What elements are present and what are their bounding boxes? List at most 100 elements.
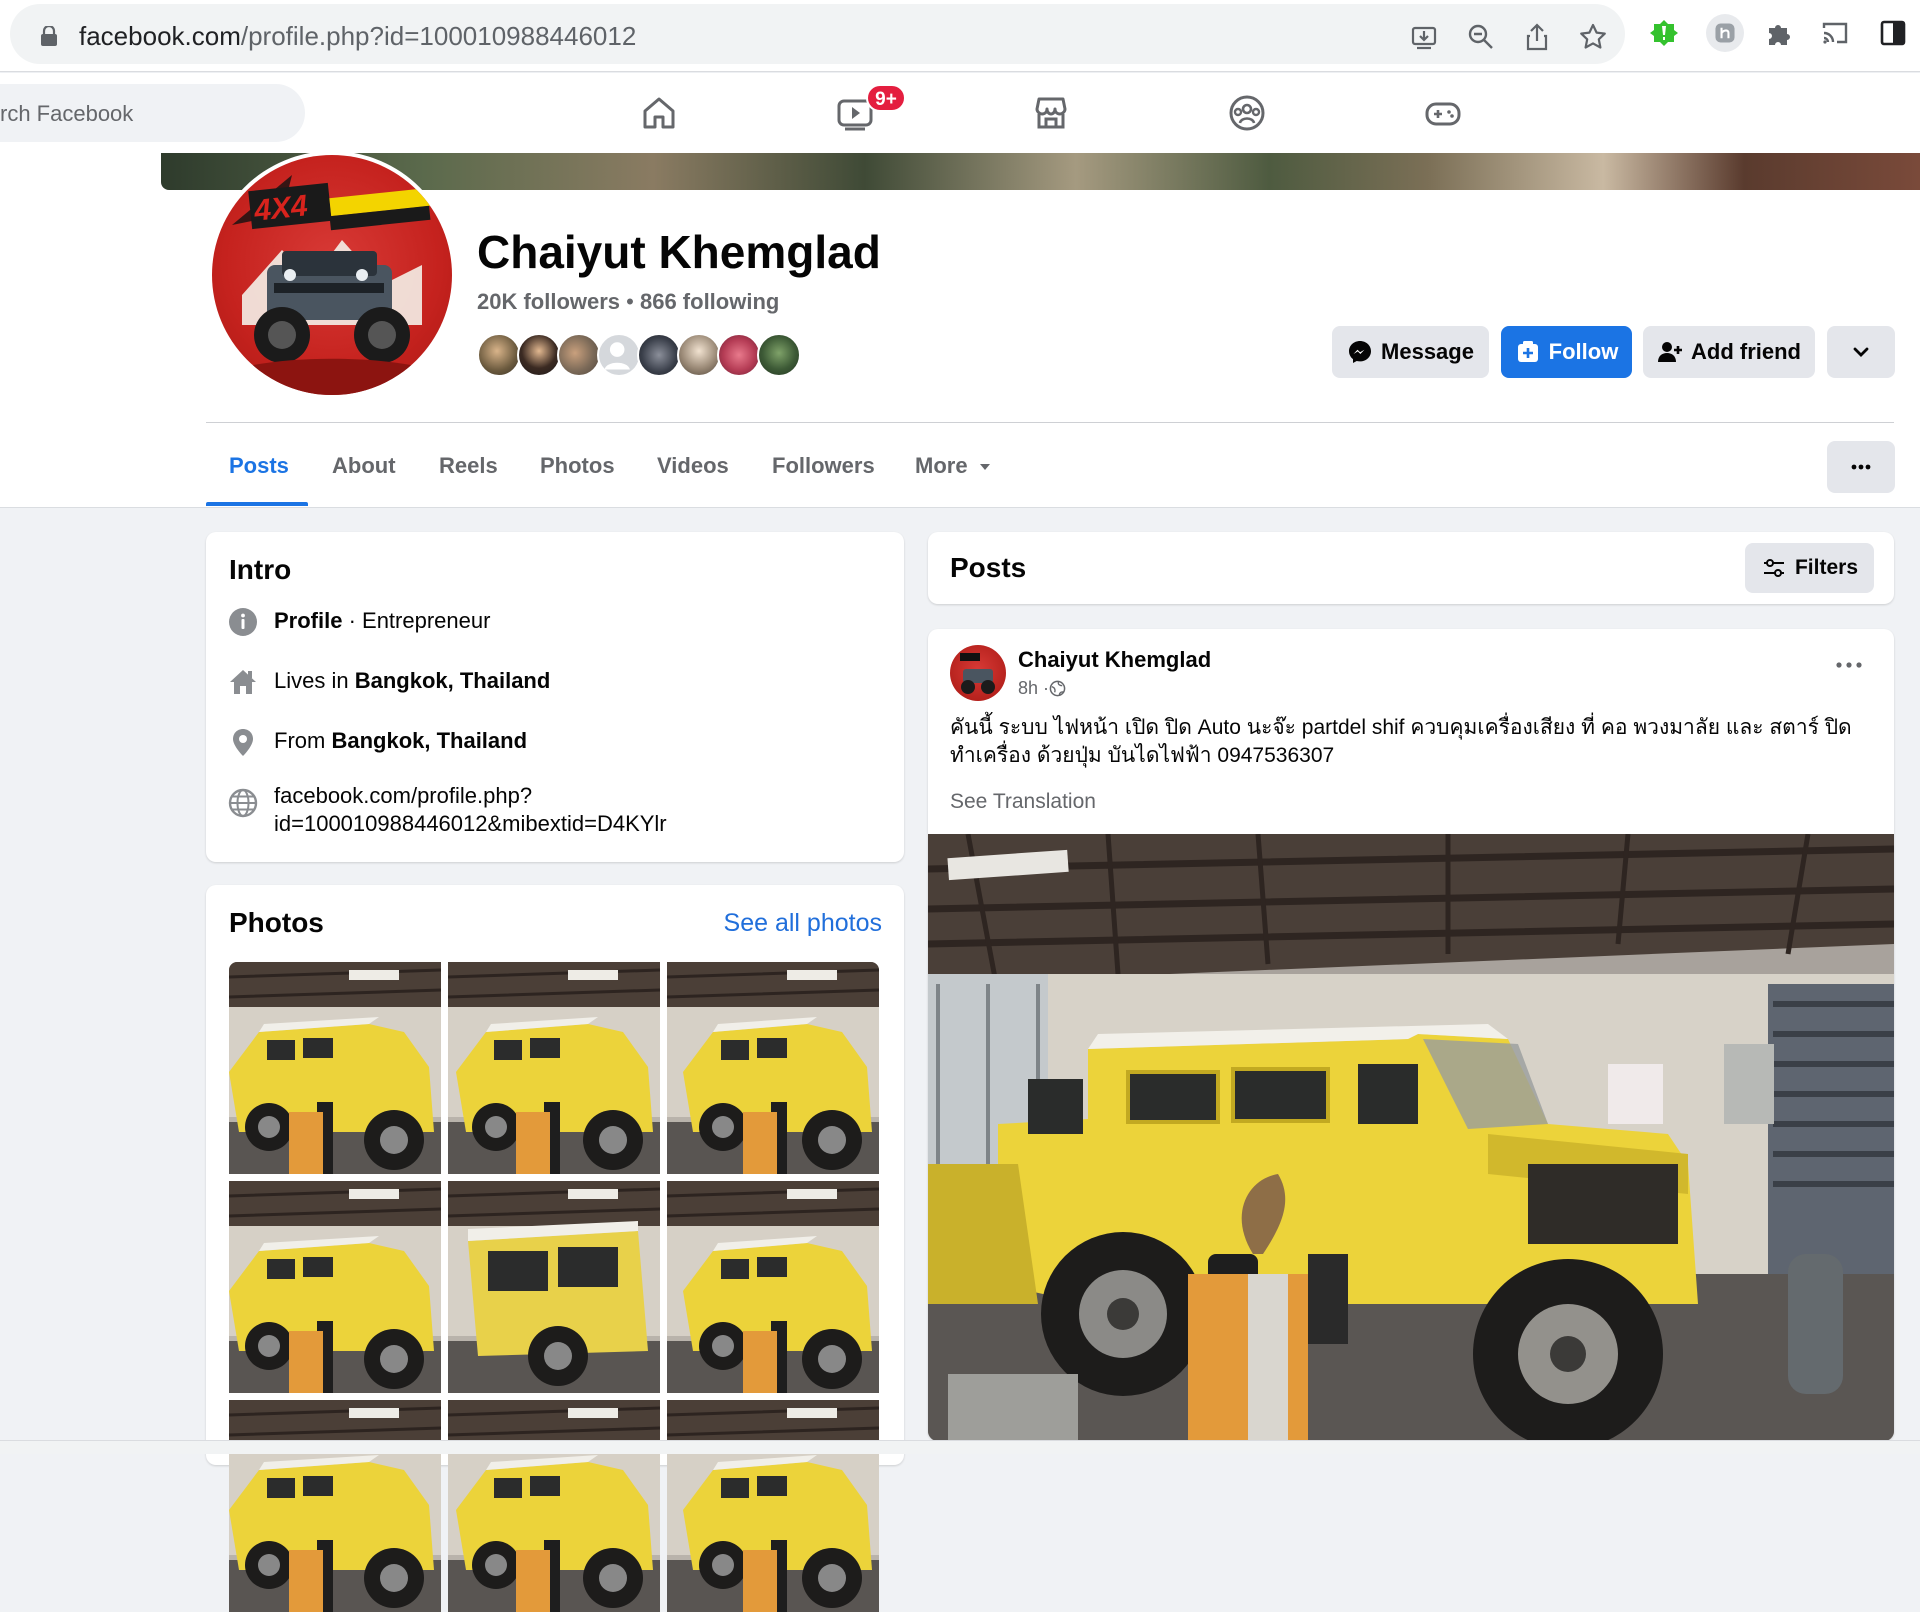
notification-badge: 9+ <box>866 84 906 112</box>
more-horizontal-icon <box>1851 464 1871 470</box>
messenger-icon <box>1349 341 1372 363</box>
post-author-avatar[interactable] <box>950 645 1006 701</box>
following-count[interactable]: 866 following <box>640 289 779 314</box>
photo-thumbnail[interactable] <box>448 1181 660 1393</box>
profile-category: · Entrepreneur <box>342 608 491 633</box>
followers-count[interactable]: 20K followers <box>477 289 620 314</box>
friend-avatar[interactable] <box>677 333 721 377</box>
add-friend-icon <box>1658 342 1682 362</box>
post-body-text: คันนี้ ระบบ ไฟหน้า เปิด ปิด Auto นะจ๊ะ p… <box>950 716 1852 767</box>
chevron-down-icon <box>1853 347 1869 357</box>
profile-more-dropdown-button[interactable] <box>1827 326 1895 378</box>
photo-thumbnail[interactable] <box>667 1400 879 1612</box>
bookmark-star-icon[interactable] <box>1576 20 1610 54</box>
friend-avatar[interactable] <box>477 333 521 377</box>
from-place[interactable]: Bangkok, Thailand <box>331 728 527 753</box>
see-translation-link[interactable]: See Translation <box>950 790 1096 814</box>
home-icon[interactable] <box>639 93 679 133</box>
tab-about[interactable]: About <box>332 453 396 479</box>
intro-from: From Bangkok, Thailand <box>228 727 888 757</box>
svg-text:4X4: 4X4 <box>252 189 310 228</box>
tab-videos[interactable]: Videos <box>657 453 729 479</box>
stats-separator: • <box>620 289 640 314</box>
tab-followers[interactable]: Followers <box>772 453 875 479</box>
post-options-button[interactable] <box>1834 655 1864 675</box>
profile-type-label: Profile <box>274 608 343 633</box>
address-bar[interactable]: facebook.com/profile.php?id=100010988446… <box>10 4 1625 64</box>
search-input[interactable]: rch Facebook <box>0 84 305 142</box>
from-prefix: From <box>274 728 332 753</box>
intro-profile-type: Profile · Entrepreneur <box>228 607 888 637</box>
garage-jeep-image <box>928 834 1894 1441</box>
website-link-line2: id=100010988446012&mibextid=D4KYlr <box>274 811 667 836</box>
zoom-icon[interactable] <box>1464 20 1498 54</box>
friend-avatar[interactable] <box>557 333 601 377</box>
extension-green-icon[interactable] <box>1647 16 1681 50</box>
photo-thumbnail[interactable] <box>667 962 879 1174</box>
friend-avatar[interactable] <box>637 333 681 377</box>
tab-more-label: More <box>915 453 968 478</box>
cast-icon[interactable] <box>1818 16 1852 50</box>
extensions-puzzle-icon[interactable] <box>1762 16 1796 50</box>
filters-button[interactable]: Filters <box>1745 543 1874 593</box>
photo-thumbnail[interactable] <box>229 962 441 1174</box>
active-tab-indicator <box>206 502 308 506</box>
install-icon[interactable] <box>1407 20 1441 54</box>
public-globe-icon <box>1049 680 1066 697</box>
photo-thumbnail[interactable] <box>667 1181 879 1393</box>
side-panel-icon[interactable] <box>1876 16 1910 50</box>
posts-title: Posts <box>950 552 1027 583</box>
cover-photo[interactable] <box>161 153 1920 190</box>
profile-options-button[interactable] <box>1827 441 1895 493</box>
extension-profile-icon[interactable] <box>1706 14 1744 52</box>
message-label: Message <box>1381 339 1474 364</box>
friend-avatar[interactable] <box>757 333 801 377</box>
follow-button[interactable]: Follow <box>1501 326 1632 378</box>
intro-card: Intro Profile · Entrepreneur Lives in Ba… <box>206 532 904 862</box>
message-button[interactable]: Message <box>1332 326 1489 378</box>
photo-thumbnail[interactable] <box>448 1400 660 1612</box>
tab-more[interactable]: More <box>915 453 992 479</box>
add-friend-label: Add friend <box>1691 339 1801 364</box>
filters-label: Filters <box>1794 556 1859 579</box>
caret-down-icon <box>979 464 990 471</box>
friend-avatar-default[interactable] <box>597 333 641 377</box>
photos-title: Photos <box>229 907 324 938</box>
photo-thumbnail[interactable] <box>448 962 660 1174</box>
lives-in-place[interactable]: Bangkok, Thailand <box>355 668 551 693</box>
browser-toolbar: facebook.com/profile.php?id=100010988446… <box>0 0 1920 72</box>
header-divider <box>206 422 1894 423</box>
groups-icon[interactable] <box>1227 93 1267 133</box>
marketplace-icon[interactable] <box>1031 93 1071 133</box>
browser-status-bar <box>0 1440 1920 1454</box>
filters-icon <box>1763 559 1784 577</box>
see-all-photos-link[interactable]: See all photos <box>724 909 882 938</box>
photos-card: Photos See all photos <box>206 885 904 1612</box>
tab-reels[interactable]: Reels <box>439 453 498 479</box>
add-friend-button[interactable]: Add friend <box>1643 326 1815 378</box>
profile-avatar[interactable]: 4X4 <box>212 155 452 395</box>
website-link-line1: facebook.com/profile.php? <box>274 783 533 808</box>
post-photo[interactable] <box>928 834 1894 1441</box>
info-icon <box>229 608 257 636</box>
posts-header-card: Posts Filters <box>928 532 1894 604</box>
intro-lives-in: Lives in Bangkok, Thailand <box>228 667 888 697</box>
photo-thumbnail[interactable] <box>229 1181 441 1393</box>
globe-icon <box>228 788 258 818</box>
url-text[interactable]: facebook.com/profile.php?id=100010988446… <box>79 21 636 52</box>
lock-icon <box>41 26 57 46</box>
friend-avatar[interactable] <box>517 333 561 377</box>
location-pin-icon <box>233 729 253 756</box>
post-card: Chaiyut Khemglad 8h · คันนี้ ระบบ ไฟหน้า… <box>928 629 1894 1441</box>
friend-avatar[interactable] <box>717 333 761 377</box>
gaming-icon[interactable] <box>1423 93 1463 133</box>
post-author-name[interactable]: Chaiyut Khemglad <box>1018 647 1211 673</box>
post-timestamp[interactable]: 8h · <box>1018 678 1049 699</box>
tab-posts[interactable]: Posts <box>229 453 289 479</box>
website-link[interactable]: facebook.com/profile.php? id=100010988446… <box>274 782 667 838</box>
facebook-top-nav: rch Facebook 9+ <box>0 73 1920 153</box>
more-horizontal-icon <box>1836 662 1862 668</box>
tab-photos[interactable]: Photos <box>540 453 615 479</box>
share-icon[interactable] <box>1520 20 1554 54</box>
photo-thumbnail[interactable] <box>229 1400 441 1612</box>
